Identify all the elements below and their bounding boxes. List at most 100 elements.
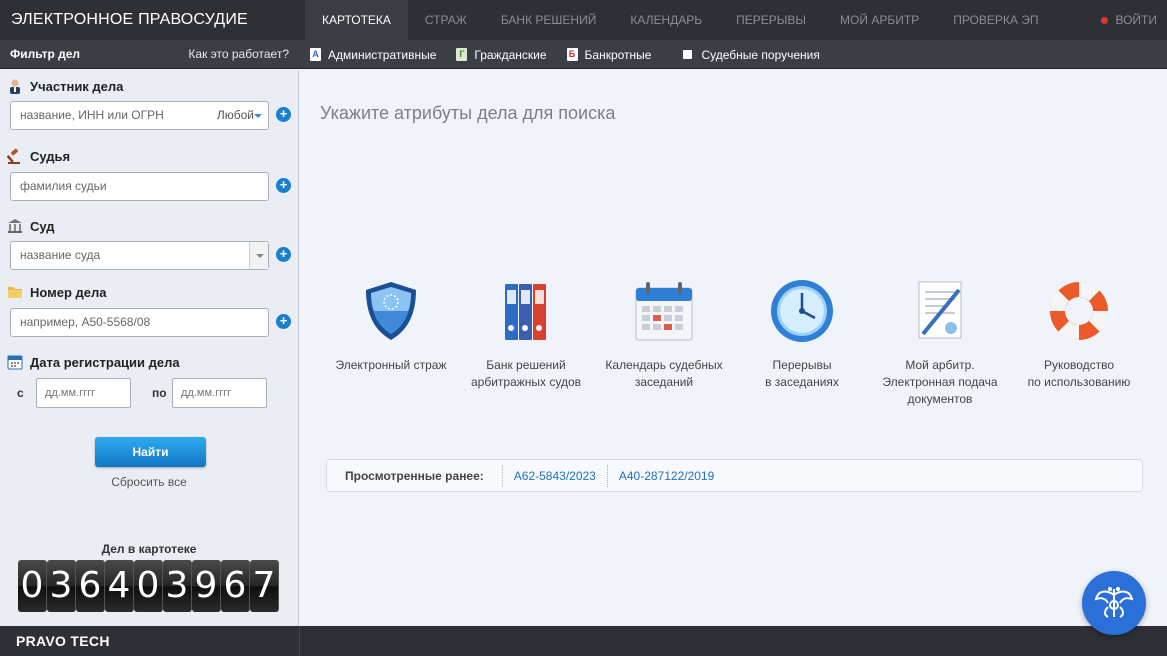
- counter-digit: 0: [134, 560, 163, 612]
- counter-digit: 7: [250, 560, 279, 612]
- nav-bank-resheniy[interactable]: БАНК РЕШЕНИЙ: [484, 0, 614, 40]
- add-case-number-button[interactable]: +: [276, 314, 291, 329]
- courthouse-icon: [8, 219, 22, 233]
- sub-bar: Фильтр дел Как это работает? А Администр…: [0, 40, 1167, 69]
- registration-date-label: Дата регистрации дела: [7, 354, 180, 370]
- counter-digit: 3: [47, 560, 76, 612]
- tile-caption: Календарь судебных заседаний: [605, 358, 723, 389]
- court-placeholder: название суда: [20, 248, 101, 262]
- category-label: Банкротные: [584, 47, 652, 62]
- administrative-badge-icon: А: [310, 48, 321, 61]
- main-nav: КАРТОТЕКА СТРАЖ БАНК РЕШЕНИЙ КАЛЕНДАРЬ П…: [305, 0, 1055, 40]
- add-judge-button[interactable]: +: [276, 178, 291, 193]
- counter-digit: 0: [18, 560, 47, 612]
- shield-icon: [366, 282, 416, 340]
- status-dot-icon: [1101, 16, 1109, 24]
- footer-brand[interactable]: PRAVO TECH: [0, 626, 299, 656]
- tile-caption: Банк решений арбитражных судов: [470, 358, 582, 389]
- nav-kartoteka[interactable]: КАРТОТЕКА: [305, 0, 408, 40]
- category-court-orders[interactable]: Судебные поручения: [671, 47, 820, 62]
- recently-viewed-label: Просмотренные ранее:: [327, 464, 503, 487]
- recently-viewed: Просмотренные ранее: А62-5843/2023 А40-2…: [326, 459, 1143, 492]
- court-dropdown-button[interactable]: [249, 242, 268, 269]
- login-label: ВОЙТИ: [1115, 13, 1157, 27]
- civil-badge-icon: Г: [456, 48, 468, 61]
- filter-header: Фильтр дел Как это работает?: [0, 40, 298, 69]
- case-number-placeholder: например, А50-5568/08: [20, 315, 151, 329]
- document-icon: [918, 281, 962, 339]
- lifebuoy-icon: [1050, 282, 1108, 340]
- court-orders-checkbox[interactable]: [683, 50, 693, 59]
- top-bar: ЭЛЕКТРОННОЕ ПРАВОСУДИЕ КАРТОТЕКА СТРАЖ Б…: [0, 0, 1167, 40]
- date-to-prefix: по: [152, 386, 167, 400]
- tile-caption: Электронный страж: [335, 358, 447, 372]
- judge-input[interactable]: фамилия судьи: [10, 172, 269, 201]
- add-court-button[interactable]: +: [276, 247, 291, 262]
- tile-user-guide[interactable]: Руководство по использованию: [1014, 278, 1144, 391]
- tile-my-arbitr[interactable]: Мой арбитр. Электронная подача документо…: [875, 278, 1005, 408]
- category-administrative[interactable]: А Административные: [310, 48, 436, 62]
- court-label: Суд: [7, 218, 55, 234]
- case-number-input[interactable]: например, А50-5568/08: [10, 308, 269, 337]
- counter-digit: 9: [192, 560, 221, 612]
- participant-placeholder: название, ИНН или ОГРН: [20, 108, 164, 122]
- tile-breaks[interactable]: Перерывы в заседаниях: [737, 278, 867, 391]
- eagle-emblem-button[interactable]: [1082, 571, 1146, 635]
- category-label: Административные: [328, 47, 437, 62]
- folder-icon: [8, 287, 22, 298]
- participant-label: Участник дела: [7, 78, 123, 94]
- main-content: Укажите атрибуты дела для поиска Электро…: [300, 70, 1167, 626]
- add-participant-button[interactable]: +: [276, 107, 291, 122]
- case-categories: А Административные Г Гражданские Б Банкр…: [310, 40, 840, 69]
- category-bankruptcy[interactable]: Б Банкротные: [566, 47, 652, 62]
- calendar-small-icon: [7, 355, 23, 370]
- nav-my-arbitr[interactable]: МОЙ АРБИТР: [823, 0, 936, 40]
- nav-strazh[interactable]: СТРАЖ: [408, 0, 484, 40]
- site-brand[interactable]: ЭЛЕКТРОННОЕ ПРАВОСУДИЕ: [0, 0, 305, 40]
- person-icon: [10, 79, 20, 94]
- category-civil[interactable]: Г Гражданские: [456, 47, 547, 62]
- login-link[interactable]: ВОЙТИ: [1101, 0, 1157, 40]
- how-it-works-link[interactable]: Как это работает?: [188, 40, 289, 69]
- participant-role-select[interactable]: Любой: [217, 102, 254, 129]
- footer-bar: [299, 626, 1167, 656]
- recent-case-link[interactable]: А40-287122/2019: [608, 465, 725, 487]
- participant-input[interactable]: название, ИНН или ОГРН Любой: [10, 101, 269, 130]
- reset-all-link[interactable]: Сбросить все: [0, 475, 298, 489]
- tile-decisions-bank[interactable]: Банк решений арбитражных судов: [461, 278, 591, 391]
- tile-court-calendar[interactable]: Календарь судебных заседаний: [599, 278, 729, 391]
- tile-caption: Мой арбитр. Электронная подача документо…: [882, 358, 998, 406]
- recent-case-link[interactable]: А62-5843/2023: [503, 464, 608, 487]
- nav-breaks[interactable]: ПЕРЕРЫВЫ: [719, 0, 823, 40]
- cases-counter: 0 3 6 4 0 3 9 6 7: [18, 560, 279, 612]
- gavel-icon: [7, 148, 20, 164]
- case-number-label: Номер дела: [7, 284, 107, 300]
- tile-caption: Перерывы в заседаниях: [765, 358, 839, 389]
- calendar-icon: [635, 282, 693, 341]
- category-label: Судебные поручения: [701, 47, 820, 62]
- nav-calendar[interactable]: КАЛЕНДАРЬ: [613, 0, 719, 40]
- court-select[interactable]: название суда: [10, 241, 269, 270]
- eagle-emblem-icon: [1094, 587, 1134, 618]
- tile-caption: Руководство по использованию: [1027, 358, 1131, 389]
- service-tiles: Электронный страж Банк решений арбитражн…: [326, 278, 1156, 418]
- date-from-input[interactable]: дд.мм.гггг: [36, 378, 131, 408]
- counter-digit: 4: [105, 560, 134, 612]
- clock-icon: [771, 280, 833, 342]
- category-label: Гражданские: [474, 47, 547, 62]
- bankruptcy-badge-icon: Б: [566, 48, 578, 61]
- counter-digit: 6: [221, 560, 250, 612]
- nav-check-signature[interactable]: ПРОВЕРКА ЭП: [936, 0, 1055, 40]
- find-button[interactable]: Найти: [95, 437, 206, 467]
- date-to-input[interactable]: дд.мм.гггг: [172, 378, 267, 408]
- filter-panel: Участник дела название, ИНН или ОГРН Люб…: [0, 70, 299, 626]
- chevron-down-icon: [254, 114, 262, 118]
- binders-icon: [505, 284, 546, 340]
- page-title: Укажите атрибуты дела для поиска: [320, 103, 616, 123]
- filter-title: Фильтр дел: [10, 47, 81, 61]
- counter-digit: 3: [163, 560, 192, 612]
- tile-electronic-guard[interactable]: Электронный страж: [326, 278, 456, 374]
- cases-counter-label: Дел в картотеке: [101, 542, 197, 556]
- counter-digit: 6: [76, 560, 105, 612]
- judge-label: Судья: [7, 148, 70, 164]
